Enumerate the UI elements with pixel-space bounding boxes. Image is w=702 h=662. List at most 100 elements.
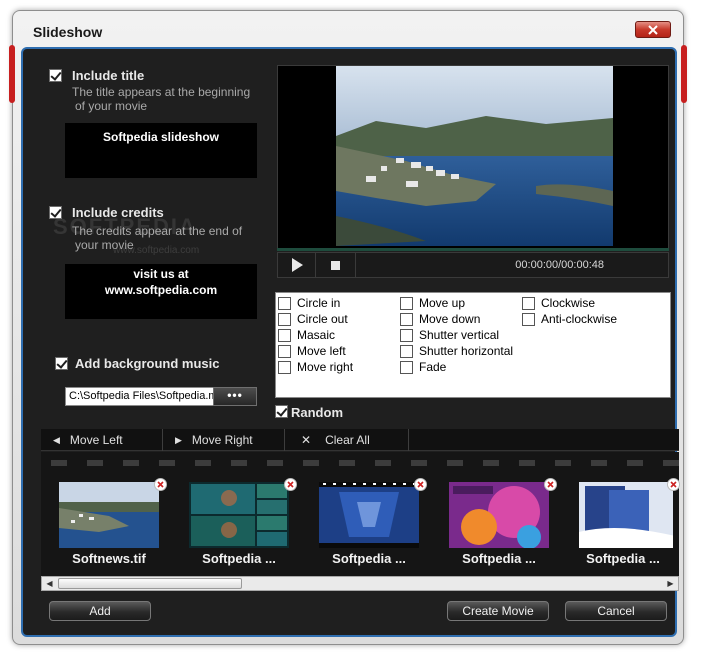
transition-item[interactable]: Anti-clockwise <box>522 311 617 327</box>
transition-checkbox[interactable] <box>522 296 535 310</box>
transition-item[interactable]: Move right <box>278 359 353 375</box>
credits-text-box[interactable]: visit us at www.softpedia.com <box>65 264 257 319</box>
transition-label: Move left <box>297 344 346 358</box>
transition-checkbox[interactable] <box>278 328 291 342</box>
window-title: Slideshow <box>33 24 103 40</box>
include-credits-label: Include credits <box>72 205 164 220</box>
transition-checkbox[interactable] <box>278 344 291 358</box>
move-right-label: Move Right <box>191 433 253 447</box>
remove-slide-button[interactable] <box>667 478 680 491</box>
move-left-button[interactable]: ◀ Move Left <box>41 429 163 451</box>
slide-thumbnail[interactable] <box>319 482 419 548</box>
slide-thumbnail[interactable] <box>579 482 673 548</box>
remove-slide-button[interactable] <box>414 478 427 491</box>
preview-panel <box>277 65 669 249</box>
cancel-button[interactable]: Cancel <box>565 601 667 621</box>
transition-item[interactable]: Shutter vertical <box>400 327 499 343</box>
clear-all-label: Clear All <box>325 433 370 447</box>
preview-image <box>336 66 613 246</box>
title-text-box[interactable]: Softpedia slideshow <box>65 123 257 178</box>
remove-icon <box>670 481 677 488</box>
transition-checkbox[interactable] <box>278 296 291 310</box>
stop-icon <box>331 260 340 270</box>
background-music-label: Add background music <box>75 356 220 371</box>
remove-icon <box>547 481 554 488</box>
transition-checkbox[interactable] <box>278 312 291 326</box>
slideshow-window: Slideshow Include title The title appear… <box>9 10 687 645</box>
transition-item[interactable]: Shutter horizontal <box>400 343 513 359</box>
music-path-input[interactable]: C:\Softpedia Files\Softpedia.mp3 <box>65 387 215 406</box>
sprocket-row <box>41 460 679 466</box>
transition-item[interactable]: Masaic <box>278 327 335 343</box>
transition-label: Masaic <box>297 328 336 342</box>
title-text: Softpedia slideshow <box>102 130 219 144</box>
filmstrip-toolbar: ◀ Move Left ▶ Move Right ✕ Clear All <box>41 429 679 451</box>
play-button[interactable] <box>278 253 316 277</box>
transition-checkbox[interactable] <box>400 328 413 342</box>
include-title-checkbox[interactable] <box>49 69 62 82</box>
move-left-label: Move Left <box>69 433 123 447</box>
playback-time: 00:00:00/00:00:48 <box>515 259 604 271</box>
transition-item[interactable]: Circle in <box>278 295 340 311</box>
transition-checkbox[interactable] <box>400 344 413 358</box>
scrollbar-thumb[interactable] <box>58 578 242 589</box>
transition-label: Clockwise <box>541 296 596 310</box>
remove-slide-button[interactable] <box>154 478 167 491</box>
remove-slide-button[interactable] <box>544 478 557 491</box>
transition-checkbox[interactable] <box>400 312 413 326</box>
title-description-line1: The title appears at the beginning <box>72 85 251 99</box>
create-movie-button[interactable]: Create Movie <box>447 601 549 621</box>
remove-icon <box>157 481 164 488</box>
transition-checkbox[interactable] <box>522 312 535 326</box>
play-icon <box>291 258 303 272</box>
remove-slide-button[interactable] <box>284 478 297 491</box>
slide-thumbnail[interactable] <box>59 482 159 548</box>
transition-checkbox[interactable] <box>400 360 413 374</box>
include-title-label: Include title <box>72 68 145 83</box>
random-checkbox[interactable] <box>275 405 288 418</box>
x-icon: ✕ <box>301 433 312 447</box>
slide-label: Softpedia ... <box>202 551 276 566</box>
transition-checkbox[interactable] <box>278 360 291 374</box>
triangle-right-icon: ▶ <box>175 434 182 445</box>
transition-item[interactable]: Circle out <box>278 311 348 327</box>
transition-item[interactable]: Move left <box>278 343 346 359</box>
add-button[interactable]: Add <box>49 601 151 621</box>
transition-label: Move up <box>419 296 466 310</box>
slide-label: Softpedia ... <box>332 551 406 566</box>
credits-text-line2: www.softpedia.com <box>104 283 218 297</box>
transition-item[interactable]: Move down <box>400 311 480 327</box>
slide-thumbnail[interactable] <box>449 482 549 548</box>
include-credits-checkbox[interactable] <box>49 206 62 219</box>
transitions-list: Circle in Circle out Masaic Move left Mo… <box>275 292 671 398</box>
credits-text-line1: visit us at <box>133 267 189 281</box>
remove-icon <box>417 481 424 488</box>
move-right-button[interactable]: ▶ Move Right <box>163 429 285 451</box>
filmstrip: Softnews.tif Softpedia ... Softpedia ...… <box>41 452 680 576</box>
random-label: Random <box>291 405 343 420</box>
playback-controls: 00:00:00/00:00:48 <box>277 252 669 278</box>
stop-button[interactable] <box>316 253 356 277</box>
slide-thumbnail[interactable] <box>189 482 289 548</box>
browse-music-button[interactable]: ••• <box>213 387 257 406</box>
transition-label: Fade <box>419 360 447 374</box>
clear-all-button[interactable]: ✕ Clear All <box>285 429 409 451</box>
title-bar: Slideshow <box>13 11 683 47</box>
transition-label: Circle out <box>297 312 348 326</box>
triangle-left-icon: ◀ <box>53 434 60 445</box>
transition-label: Anti-clockwise <box>541 312 618 326</box>
scroll-right-arrow[interactable]: ▶ <box>663 577 678 590</box>
transition-item[interactable]: Move up <box>400 295 465 311</box>
background-music-checkbox[interactable] <box>55 357 68 370</box>
transition-item[interactable]: Clockwise <box>522 295 595 311</box>
scroll-left-arrow[interactable]: ◀ <box>42 577 57 590</box>
window-close-button[interactable] <box>635 21 671 38</box>
transition-label: Shutter vertical <box>419 328 500 342</box>
transition-item[interactable]: Fade <box>400 359 446 375</box>
credits-description-line2: your movie <box>75 238 134 252</box>
transition-label: Move right <box>297 360 354 374</box>
filmstrip-scrollbar[interactable]: ◀ ▶ <box>41 576 679 591</box>
playback-progress-bar[interactable] <box>277 248 669 251</box>
transition-checkbox[interactable] <box>400 296 413 310</box>
slide-label: Softpedia ... <box>462 551 536 566</box>
